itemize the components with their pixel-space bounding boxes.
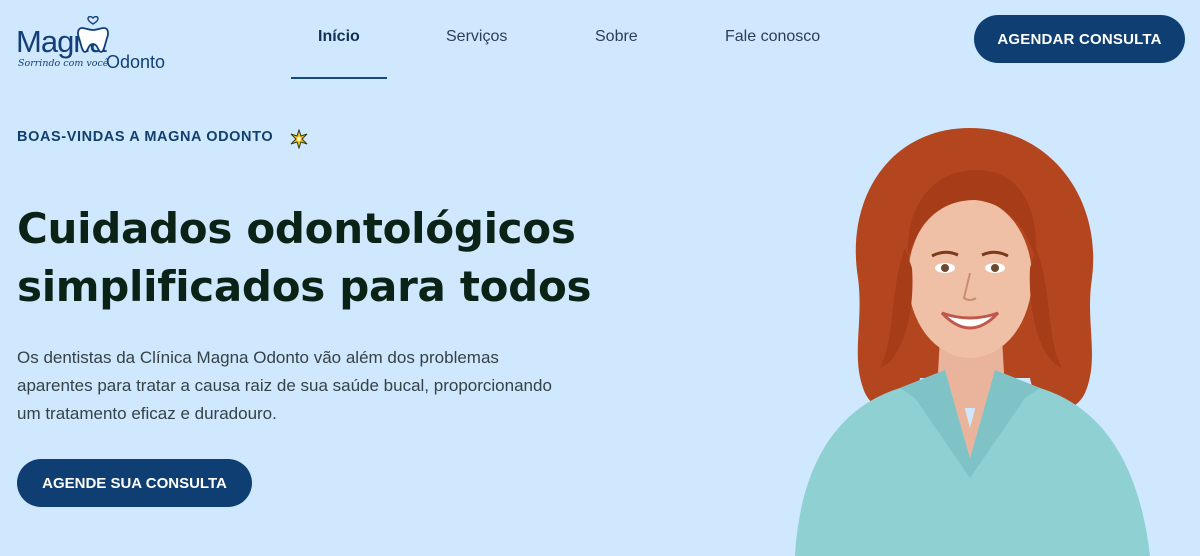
nav-item-fale-conosco[interactable]: Fale conosco bbox=[725, 28, 820, 46]
hero-title: Cuidados odontológicos simplificados par… bbox=[17, 204, 592, 311]
dentist-portrait bbox=[740, 108, 1200, 556]
sparkle-icon bbox=[289, 128, 309, 153]
nav-item-inicio[interactable]: Início bbox=[318, 28, 360, 46]
hero-description: Os dentistas da Clínica Magna Odonto vão… bbox=[17, 348, 552, 423]
tooth-heart-icon bbox=[76, 15, 110, 58]
logo-tagline: Sorrindo com você bbox=[18, 58, 109, 69]
logo-subword: Odonto bbox=[106, 52, 166, 72]
book-appointment-button[interactable]: AGENDE SUA CONSULTA bbox=[17, 459, 252, 507]
nav-active-indicator bbox=[291, 77, 387, 79]
brand-logo[interactable]: Magna Sorrindo com você Odonto bbox=[14, 8, 174, 74]
nav-item-servicos[interactable]: Serviços bbox=[446, 28, 507, 46]
hero-eyebrow: BOAS-VINDAS A MAGNA ODONTO bbox=[17, 129, 274, 145]
nav-item-sobre[interactable]: Sobre bbox=[595, 28, 638, 46]
schedule-appointment-button[interactable]: AGENDAR CONSULTA bbox=[974, 15, 1185, 63]
